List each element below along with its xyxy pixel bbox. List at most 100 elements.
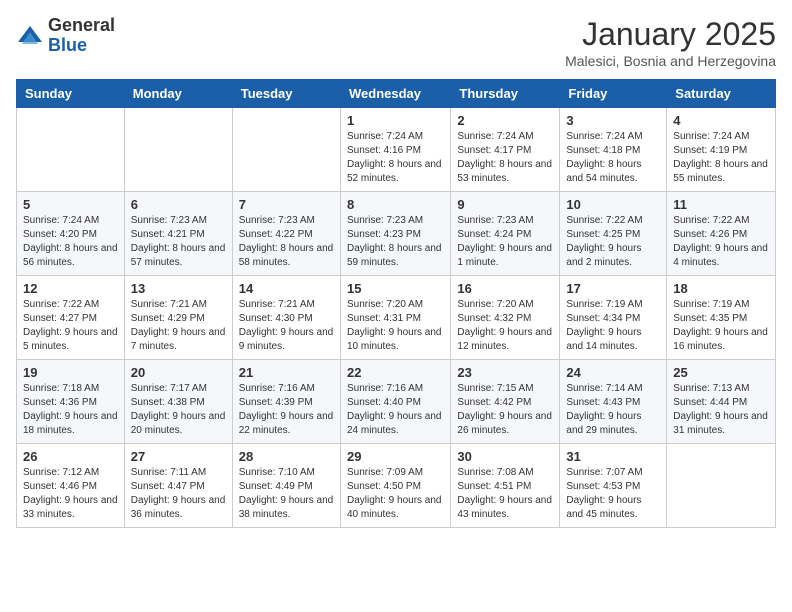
calendar-cell: 28 Sunrise: 7:10 AM Sunset: 4:49 PM Dayli… — [232, 444, 340, 528]
weekday-header-monday: Monday — [124, 80, 232, 108]
day-number: 3 — [566, 113, 660, 128]
page-header: General Blue January 2025 Malesici, Bosn… — [16, 16, 776, 69]
day-info: Sunrise: 7:23 AM Sunset: 4:24 PM Dayligh… — [457, 214, 553, 270]
calendar-cell: 20Sunrise: 7:17 AM Sunset: 4:38 PM Dayli… — [124, 360, 232, 444]
day-info: Sunrise: 7:23 AM Sunset: 4:22 PM Dayligh… — [239, 214, 334, 270]
weekday-header-tuesday: Tuesday — [232, 80, 340, 108]
day-number: 9 — [457, 197, 553, 212]
day-number: 26 — [23, 449, 118, 464]
calendar-cell: 5Sunrise: 7:24 AM Sunset: 4:20 PM Daylig… — [17, 192, 125, 276]
calendar-cell: 6 Sunrise: 7:23 AM Sunset: 4:21 PM Daylig… — [124, 192, 232, 276]
logo-general-text: General — [48, 16, 115, 36]
location-text: Malesici, Bosnia and Herzegovina — [565, 53, 776, 69]
day-number: 8 — [347, 197, 444, 212]
month-title: January 2025 — [565, 16, 776, 53]
day-info: Sunrise: 7:20 AM Sunset: 4:32 PM Dayligh… — [457, 298, 553, 354]
day-number: 16 — [457, 281, 553, 296]
week-row-4: 19Sunrise: 7:18 AM Sunset: 4:36 PM Dayli… — [17, 360, 776, 444]
day-number: 7 — [239, 197, 334, 212]
weekday-header-wednesday: Wednesday — [340, 80, 450, 108]
week-row-3: 12Sunrise: 7:22 AM Sunset: 4:27 PM Dayli… — [17, 276, 776, 360]
day-info: Sunrise: 7:23 AM Sunset: 4:23 PM Dayligh… — [347, 214, 444, 270]
day-info: Sunrise: 7:17 AM Sunset: 4:38 PM Dayligh… — [131, 382, 226, 438]
day-info: Sunrise: 7:12 AM Sunset: 4:46 PM Dayligh… — [23, 466, 118, 522]
day-info: Sunrise: 7:24 AM Sunset: 4:19 PM Dayligh… — [673, 130, 769, 186]
day-number: 10 — [566, 197, 660, 212]
calendar-table: SundayMondayTuesdayWednesdayThursdayFrid… — [16, 79, 776, 528]
day-info: Sunrise: 7:21 AM Sunset: 4:29 PM Dayligh… — [131, 298, 226, 354]
calendar-cell: 30 Sunrise: 7:08 AM Sunset: 4:51 PM Dayli… — [451, 444, 560, 528]
day-number: 28 — [239, 449, 334, 464]
day-info: Sunrise: 7:07 AM Sunset: 4:53 PM Dayligh… — [566, 466, 660, 522]
day-number: 4 — [673, 113, 769, 128]
weekday-header-row: SundayMondayTuesdayWednesdayThursdayFrid… — [17, 80, 776, 108]
calendar-cell: 25 Sunrise: 7:13 AM Sunset: 4:44 PM Dayli… — [667, 360, 776, 444]
calendar-cell — [667, 444, 776, 528]
day-number: 15 — [347, 281, 444, 296]
day-info: Sunrise: 7:16 AM Sunset: 4:39 PM Dayligh… — [239, 382, 334, 438]
weekday-header-thursday: Thursday — [451, 80, 560, 108]
day-info: Sunrise: 7:19 AM Sunset: 4:34 PM Dayligh… — [566, 298, 660, 354]
calendar-cell: 18 Sunrise: 7:19 AM Sunset: 4:35 PM Dayli… — [667, 276, 776, 360]
logo: General Blue — [16, 16, 115, 56]
calendar-cell: 15 Sunrise: 7:20 AM Sunset: 4:31 PM Dayli… — [340, 276, 450, 360]
day-number: 14 — [239, 281, 334, 296]
day-number: 27 — [131, 449, 226, 464]
calendar-cell: 10 Sunrise: 7:22 AM Sunset: 4:25 PM Dayli… — [560, 192, 667, 276]
calendar-cell: 14 Sunrise: 7:21 AM Sunset: 4:30 PM Dayli… — [232, 276, 340, 360]
day-number: 5 — [23, 197, 118, 212]
calendar-cell: 29 Sunrise: 7:09 AM Sunset: 4:50 PM Dayli… — [340, 444, 450, 528]
calendar-cell: 9 Sunrise: 7:23 AM Sunset: 4:24 PM Daylig… — [451, 192, 560, 276]
calendar-cell: 22Sunrise: 7:16 AM Sunset: 4:40 PM Dayli… — [340, 360, 450, 444]
weekday-header-sunday: Sunday — [17, 80, 125, 108]
day-info: Sunrise: 7:24 AM Sunset: 4:18 PM Dayligh… — [566, 130, 660, 186]
calendar-cell — [17, 108, 125, 192]
day-info: Sunrise: 7:22 AM Sunset: 4:26 PM Dayligh… — [673, 214, 769, 270]
calendar-cell: 4 Sunrise: 7:24 AM Sunset: 4:19 PM Daylig… — [667, 108, 776, 192]
day-number: 29 — [347, 449, 444, 464]
calendar-cell: 23Sunrise: 7:15 AM Sunset: 4:42 PM Dayli… — [451, 360, 560, 444]
day-info: Sunrise: 7:13 AM Sunset: 4:44 PM Dayligh… — [673, 382, 769, 438]
day-info: Sunrise: 7:19 AM Sunset: 4:35 PM Dayligh… — [673, 298, 769, 354]
calendar-cell: 24 Sunrise: 7:14 AM Sunset: 4:43 PM Dayli… — [560, 360, 667, 444]
week-row-2: 5Sunrise: 7:24 AM Sunset: 4:20 PM Daylig… — [17, 192, 776, 276]
calendar-cell: 21Sunrise: 7:16 AM Sunset: 4:39 PM Dayli… — [232, 360, 340, 444]
day-info: Sunrise: 7:08 AM Sunset: 4:51 PM Dayligh… — [457, 466, 553, 522]
calendar-cell: 11Sunrise: 7:22 AM Sunset: 4:26 PM Dayli… — [667, 192, 776, 276]
calendar-cell: 19Sunrise: 7:18 AM Sunset: 4:36 PM Dayli… — [17, 360, 125, 444]
calendar-cell: 7 Sunrise: 7:23 AM Sunset: 4:22 PM Daylig… — [232, 192, 340, 276]
day-number: 6 — [131, 197, 226, 212]
calendar-cell: 3 Sunrise: 7:24 AM Sunset: 4:18 PM Daylig… — [560, 108, 667, 192]
day-number: 18 — [673, 281, 769, 296]
day-info: Sunrise: 7:24 AM Sunset: 4:17 PM Dayligh… — [457, 130, 553, 186]
weekday-header-saturday: Saturday — [667, 80, 776, 108]
day-info: Sunrise: 7:15 AM Sunset: 4:42 PM Dayligh… — [457, 382, 553, 438]
week-row-1: 1Sunrise: 7:24 AM Sunset: 4:16 PM Daylig… — [17, 108, 776, 192]
day-info: Sunrise: 7:23 AM Sunset: 4:21 PM Dayligh… — [131, 214, 226, 270]
day-number: 25 — [673, 365, 769, 380]
day-info: Sunrise: 7:20 AM Sunset: 4:31 PM Dayligh… — [347, 298, 444, 354]
calendar-cell — [232, 108, 340, 192]
day-info: Sunrise: 7:11 AM Sunset: 4:47 PM Dayligh… — [131, 466, 226, 522]
week-row-5: 26 Sunrise: 7:12 AM Sunset: 4:46 PM Dayli… — [17, 444, 776, 528]
day-number: 31 — [566, 449, 660, 464]
day-number: 13 — [131, 281, 226, 296]
day-number: 24 — [566, 365, 660, 380]
calendar-cell: 2Sunrise: 7:24 AM Sunset: 4:17 PM Daylig… — [451, 108, 560, 192]
calendar-cell — [124, 108, 232, 192]
day-number: 1 — [347, 113, 444, 128]
day-info: Sunrise: 7:22 AM Sunset: 4:25 PM Dayligh… — [566, 214, 660, 270]
day-number: 30 — [457, 449, 553, 464]
calendar-cell: 16 Sunrise: 7:20 AM Sunset: 4:32 PM Dayli… — [451, 276, 560, 360]
day-info: Sunrise: 7:10 AM Sunset: 4:49 PM Dayligh… — [239, 466, 334, 522]
calendar-cell: 13 Sunrise: 7:21 AM Sunset: 4:29 PM Dayli… — [124, 276, 232, 360]
calendar-cell: 26 Sunrise: 7:12 AM Sunset: 4:46 PM Dayli… — [17, 444, 125, 528]
weekday-header-friday: Friday — [560, 80, 667, 108]
calendar-cell: 27 Sunrise: 7:11 AM Sunset: 4:47 PM Dayli… — [124, 444, 232, 528]
day-number: 17 — [566, 281, 660, 296]
day-info: Sunrise: 7:09 AM Sunset: 4:50 PM Dayligh… — [347, 466, 444, 522]
calendar-cell: 8 Sunrise: 7:23 AM Sunset: 4:23 PM Daylig… — [340, 192, 450, 276]
calendar-cell: 12Sunrise: 7:22 AM Sunset: 4:27 PM Dayli… — [17, 276, 125, 360]
day-info: Sunrise: 7:21 AM Sunset: 4:30 PM Dayligh… — [239, 298, 334, 354]
day-info: Sunrise: 7:14 AM Sunset: 4:43 PM Dayligh… — [566, 382, 660, 438]
